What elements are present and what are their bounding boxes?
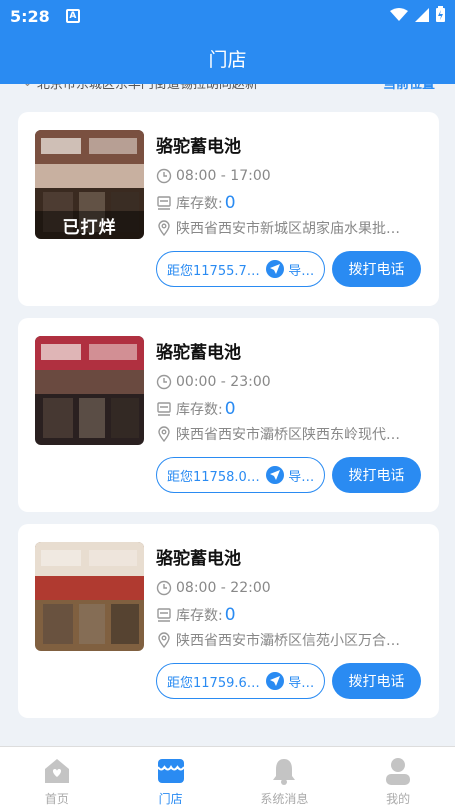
current-location-button[interactable]: 当前位置 <box>383 84 435 92</box>
store-card[interactable]: 已打烊 骆驼蓄电池 08:00 - 17:00 库存数: 0 陕西省西安市新城区… <box>18 112 439 306</box>
app-header: 门店 <box>0 32 455 84</box>
distance-text: 距您11758.0… <box>167 469 260 485</box>
location-pin-icon <box>156 220 172 236</box>
address-text: 陕西省西安市灞桥区信苑小区万合… <box>176 633 400 649</box>
tab-user[interactable]: 我的 <box>341 747 455 810</box>
storefront-image <box>35 336 144 445</box>
call-button[interactable]: 拨打电话 <box>332 251 421 287</box>
stock-value: 0 <box>224 399 236 419</box>
stock-label: 库存数: <box>176 402 223 418</box>
clock-icon <box>156 168 172 184</box>
store-hours: 08:00 - 17:00 <box>156 168 271 184</box>
navigate-button[interactable]: 距您11759.6… 导… <box>156 663 325 699</box>
page-title: 门店 <box>208 48 247 71</box>
system-icons <box>390 6 445 26</box>
location-bar: ⌄ 北京市东城区东华门街道锡拉胡同赵新 当前位置 <box>0 84 455 94</box>
inventory-icon <box>156 195 172 211</box>
status-bar: 5:28 A <box>0 0 455 32</box>
status-time: 5:28 <box>10 6 50 26</box>
location-pin-icon: ⌄ <box>22 84 33 90</box>
hours-text: 00:00 - 23:00 <box>176 374 271 390</box>
stock-value: 0 <box>224 193 236 213</box>
clock-icon <box>156 580 172 596</box>
inventory-icon <box>156 607 172 623</box>
store-address: 陕西省西安市灞桥区信苑小区万合… <box>156 630 426 650</box>
inventory-icon <box>156 401 172 417</box>
store-address: 陕西省西安市灞桥区陕西东岭现代… <box>156 424 426 444</box>
clock-icon <box>156 374 172 390</box>
current-address: 北京市东城区东华门街道锡拉胡同赵新 <box>36 84 258 92</box>
call-button[interactable]: 拨打电话 <box>332 663 421 699</box>
address-text: 陕西省西安市灞桥区陕西东岭现代… <box>176 427 400 443</box>
store-name: 骆驼蓄电池 <box>156 137 241 157</box>
storefront-image <box>35 542 144 651</box>
closed-overlay: 已打烊 <box>35 211 144 239</box>
stock-label: 库存数: <box>176 608 223 624</box>
tab-label: 首页 <box>44 792 69 806</box>
navigation-arrow-icon <box>266 466 285 484</box>
navigate-button[interactable]: 距您11755.7… 导… <box>156 251 325 287</box>
bottom-tab-bar: 首页 门店 系统消息 我的 <box>0 746 455 810</box>
store-card[interactable]: 骆驼蓄电池 00:00 - 23:00 库存数: 0 陕西省西安市灞桥区陕西东岭… <box>18 318 439 512</box>
tab-label: 门店 <box>158 792 183 806</box>
navigate-button[interactable]: 距您11758.0… 导… <box>156 457 325 493</box>
store-photo <box>35 542 144 651</box>
wifi-icon <box>390 7 408 26</box>
stock-label: 库存数: <box>176 196 223 212</box>
navigation-arrow-icon <box>266 672 285 690</box>
tab-store[interactable]: 门店 <box>114 747 228 810</box>
store-card[interactable]: 骆驼蓄电池 08:00 - 22:00 库存数: 0 陕西省西安市灞桥区信苑小区… <box>18 524 439 718</box>
tab-label: 系统消息 <box>260 792 309 806</box>
tab-label: 我的 <box>386 792 411 806</box>
address-text: 陕西省西安市新城区胡家庙水果批… <box>176 221 400 237</box>
signal-icon <box>415 7 429 26</box>
store-photo: 已打烊 <box>35 130 144 239</box>
store-name: 骆驼蓄电池 <box>156 549 241 569</box>
home-icon <box>42 756 72 786</box>
store-hours: 08:00 - 22:00 <box>156 580 271 596</box>
distance-text: 距您11759.6… <box>167 675 260 691</box>
notification-badge: A <box>65 9 80 23</box>
location-pin-icon <box>156 426 172 442</box>
call-button[interactable]: 拨打电话 <box>332 457 421 493</box>
store-name: 骆驼蓄电池 <box>156 343 241 363</box>
navigate-label: 导… <box>288 469 315 485</box>
store-stock: 库存数: 0 <box>156 193 236 213</box>
store-address: 陕西省西安市新城区胡家庙水果批… <box>156 218 426 238</box>
store-stock: 库存数: 0 <box>156 399 236 419</box>
store-photo <box>35 336 144 445</box>
tab-home[interactable]: 首页 <box>0 747 114 810</box>
distance-text: 距您11755.7… <box>167 263 260 279</box>
bell-icon <box>269 756 299 786</box>
store-list: 已打烊 骆驼蓄电池 08:00 - 17:00 库存数: 0 陕西省西安市新城区… <box>18 112 439 730</box>
navigate-label: 导… <box>288 675 315 691</box>
hours-text: 08:00 - 22:00 <box>176 580 271 596</box>
hours-text: 08:00 - 17:00 <box>176 168 271 184</box>
store-icon <box>156 756 186 786</box>
stock-value: 0 <box>224 605 236 625</box>
store-hours: 00:00 - 23:00 <box>156 374 271 390</box>
navigate-label: 导… <box>288 263 315 279</box>
navigation-arrow-icon <box>266 260 285 278</box>
store-stock: 库存数: 0 <box>156 605 236 625</box>
battery-icon <box>436 6 445 26</box>
user-icon <box>383 756 413 786</box>
tab-bell[interactable]: 系统消息 <box>228 747 342 810</box>
location-pin-icon <box>156 632 172 648</box>
